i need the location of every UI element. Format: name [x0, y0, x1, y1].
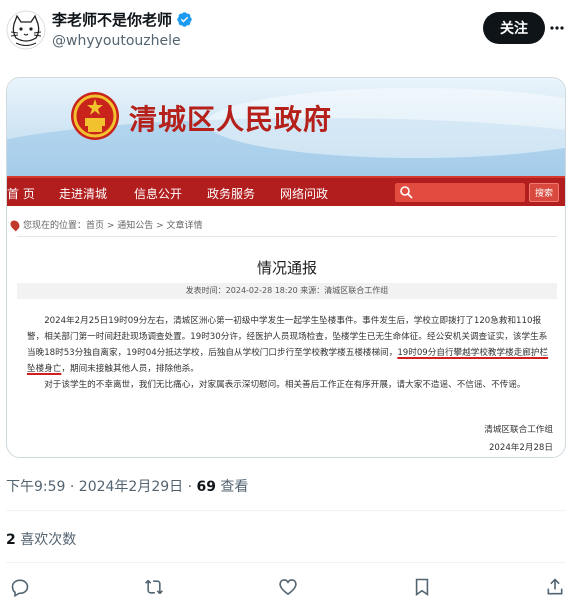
- bookmark-icon[interactable]: [411, 576, 433, 598]
- location-icon: [8, 218, 22, 231]
- display-name[interactable]: 李老师不是你老师: [52, 9, 172, 30]
- article-title: 情况通报: [256, 259, 317, 277]
- article-body: 2024年2月25日19时09分左右，清城区洲心第一初级中学发生一起学生坠楼事件…: [27, 313, 549, 393]
- more-icon[interactable]: [550, 18, 564, 38]
- site-title: 清城区人民政府: [129, 103, 333, 136]
- nav-item-about: 走进清城: [59, 187, 108, 201]
- article: 情况通报 发表时间：2024-02-28 18:20 来源：清城区联合工作组 2…: [17, 236, 557, 456]
- nav-item-home: 首 页: [7, 187, 35, 201]
- breadcrumb-text: 您现在的位置：首页 > 通知公告 > 文章详情: [23, 221, 203, 231]
- post-timestamp: 下午9:59 · 2024年2月29日 · 69 查看: [6, 476, 248, 496]
- emblem-icon: [71, 92, 119, 140]
- divider: [6, 510, 566, 511]
- like-icon[interactable]: [277, 576, 299, 598]
- reply-icon[interactable]: [9, 576, 31, 598]
- verified-icon: [176, 11, 193, 28]
- signature-date: 2024年2月28日: [488, 443, 553, 453]
- divider: [6, 562, 566, 563]
- nav-item-inquiry: 网络问政: [280, 187, 329, 201]
- post-image[interactable]: 清城区人民政府 首 页 走进清城 信息公开 政务服务 网络问政 搜索 您现在的位…: [6, 77, 566, 458]
- likes-label: 喜欢次数: [15, 532, 77, 548]
- post-header: 李老师不是你老师 @whyyoutouzhele 关注: [0, 0, 566, 64]
- nav-item-services: 政务服务: [207, 187, 256, 201]
- handle[interactable]: @whyyoutouzhele: [52, 33, 181, 49]
- views-label: 查看: [215, 479, 249, 495]
- paragraph-text: ，期间未接触其他人员，排除他杀。: [61, 364, 199, 374]
- share-icon[interactable]: [544, 576, 566, 598]
- article-paragraph: 对于该学生的不幸离世，我们无比痛心，对家属表示深切慰问。相关善后工作正在有序开展…: [44, 380, 526, 390]
- views-count: 69: [196, 479, 216, 495]
- article-paragraph: 2024年2月25日19时09分左右，清城区洲心第一初级中学发生一起学生坠楼事件…: [27, 313, 549, 377]
- likes-summary[interactable]: 2 喜欢次数: [6, 529, 76, 549]
- article-meta: 发表时间：2024-02-28 18:20 来源：清城区联合工作组: [17, 283, 557, 299]
- breadcrumb: 您现在的位置：首页 > 通知公告 > 文章详情: [8, 218, 203, 231]
- site-search-box: [395, 183, 525, 202]
- retweet-icon[interactable]: [143, 576, 165, 598]
- nav-item-info: 信息公开: [134, 187, 183, 201]
- site-nav: 首 页 走进清城 信息公开 政务服务 网络问政 搜索: [7, 176, 565, 206]
- search-icon: [400, 186, 413, 199]
- post-time[interactable]: 下午9:59 · 2024年2月29日 ·: [6, 479, 197, 495]
- site-search-button: 搜索: [529, 183, 559, 202]
- cat-sketch-icon: [6, 10, 46, 50]
- follow-button[interactable]: 关注: [483, 12, 545, 44]
- signature-org: 清城区联合工作组: [484, 425, 553, 435]
- action-bar: [0, 572, 566, 602]
- avatar[interactable]: [6, 10, 46, 50]
- site-banner: 清城区人民政府: [7, 78, 565, 198]
- likes-count: 2: [6, 532, 16, 548]
